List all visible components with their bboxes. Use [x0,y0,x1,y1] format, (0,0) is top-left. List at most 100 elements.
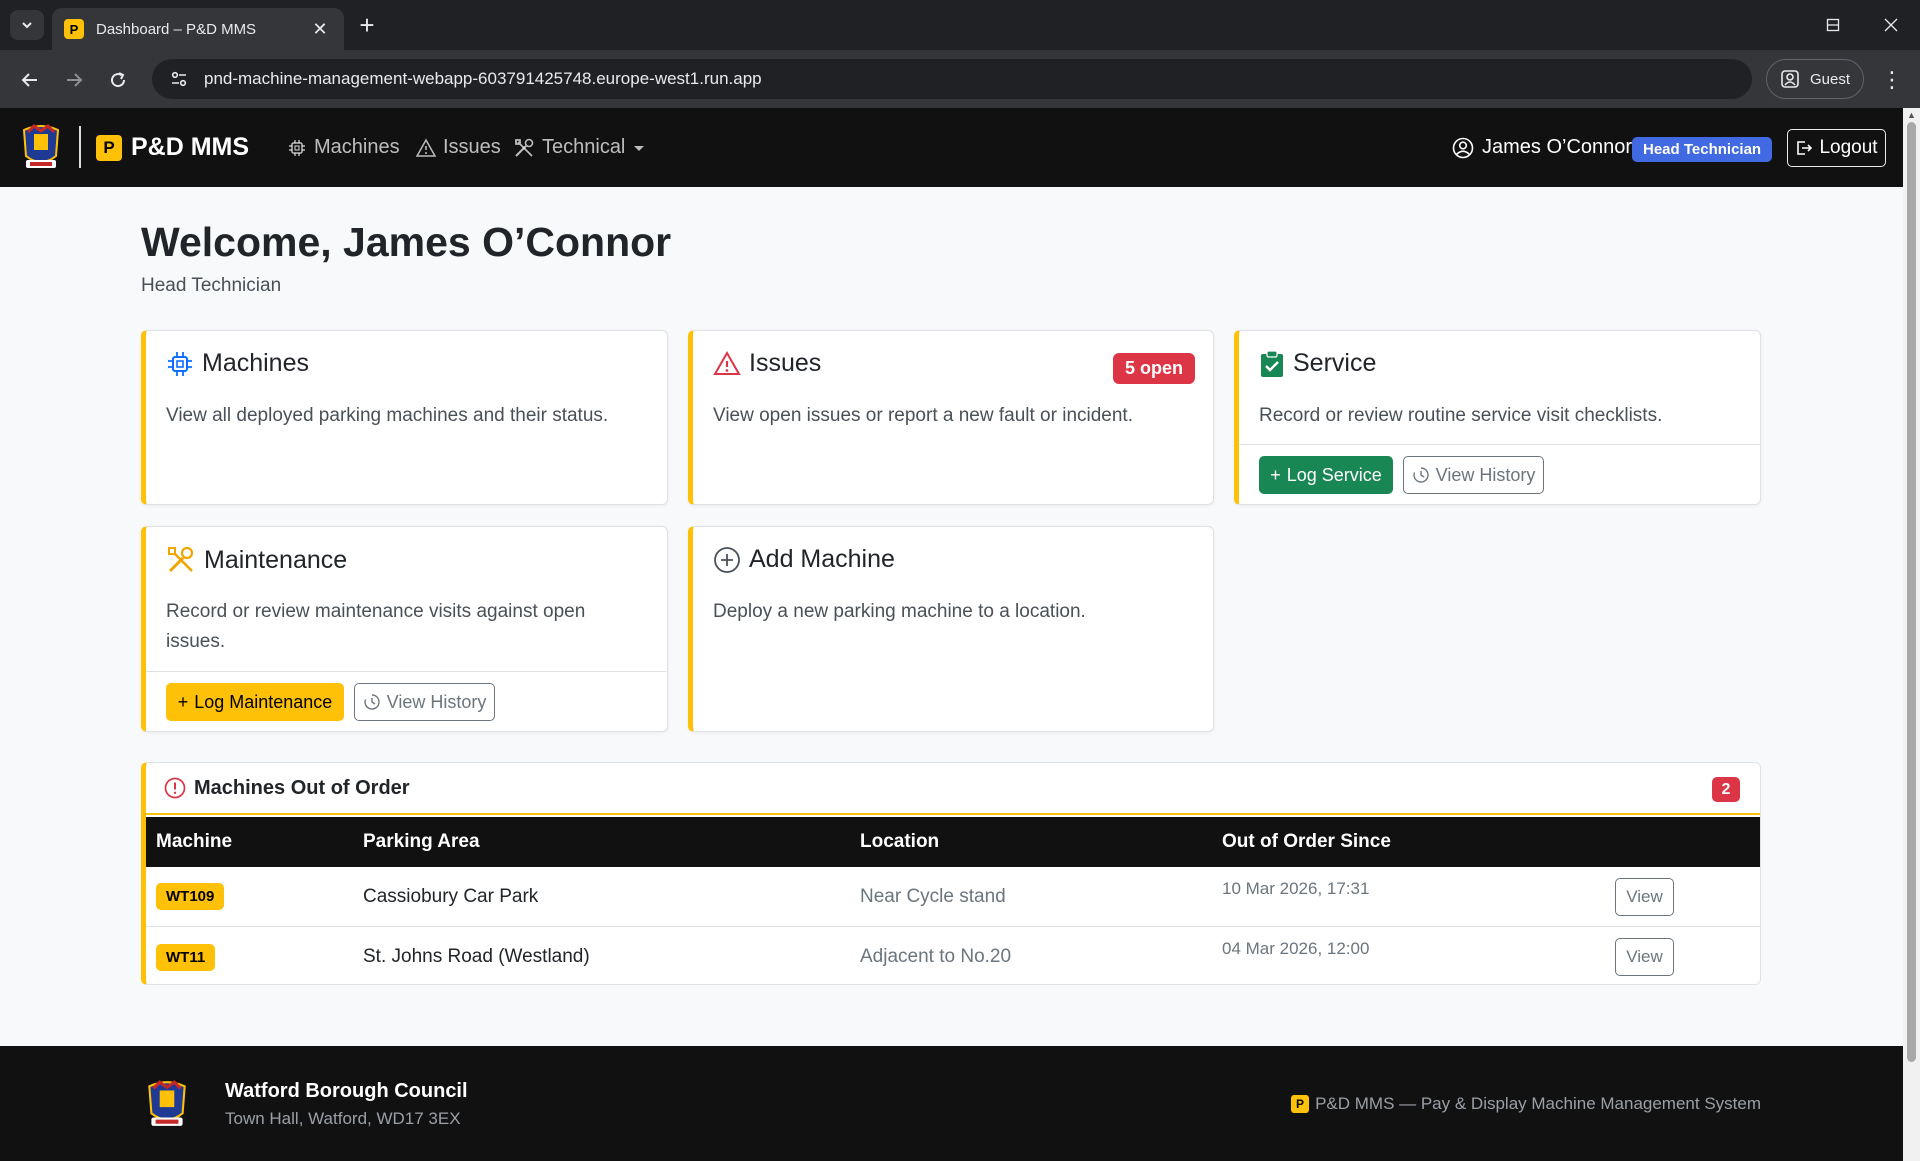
clock-history-icon [1412,467,1429,483]
add-machine-card-title-row: Add Machine [713,545,895,574]
profile-label: Guest [1809,70,1851,88]
machine-id-badge: WT109 [156,883,225,910]
since-cell: 04 Mar 2026, 12:00 [1222,939,1370,958]
footer-brand-badge: P [1291,1095,1310,1113]
log-service-button[interactable]: + Log Service [1259,456,1393,494]
page-title: Welcome, James O’Connor [141,219,672,265]
warning-icon [713,350,741,375]
machines-card-title-row: Machines [166,349,309,378]
since-cell: 10 Mar 2026, 17:31 [1222,878,1370,898]
issues-card-title: Issues [749,349,822,377]
logout-icon [1797,141,1813,155]
maintenance-card-title: Maintenance [204,545,348,574]
machine-id-cell: WT11 [156,927,216,984]
logout-label: Logout [1819,137,1878,158]
location-cell: Adjacent to No.20 [860,946,1012,967]
nav-technical-label: Technical [542,136,626,158]
out-of-order-card: Machines Out of Order 2 Machine Parking … [141,762,1761,985]
view-machine-button[interactable]: View [1615,938,1674,976]
exclamation-circle-icon [164,777,186,799]
view-machine-button[interactable]: View [1615,878,1674,916]
maintenance-card-footer: + Log Maintenance View History [146,671,667,731]
tab-favicon: P [64,19,84,39]
service-card-text: Record or review routine service visit c… [1259,405,1663,426]
plus-icon[interactable]: + [352,10,382,40]
add-machine-card-text: Deploy a new parking machine to a locati… [713,601,1086,622]
browser-tabstrip: P Dashboard – P&D MMS ✕ + [0,0,1920,50]
brand-link[interactable]: P P&D MMS [96,108,249,187]
footer-address: Town Hall, Watford, WD17 3EX [225,1109,461,1128]
address-bar[interactable]: pnd-machine-management-webapp-6037914257… [152,59,1752,99]
page-footer: Watford Borough Council Town Hall, Watfo… [0,1046,1903,1161]
brand-name: P&D MMS [131,133,250,161]
log-maintenance-label: Log Maintenance [194,691,333,712]
plus-circle-icon [714,546,740,573]
machines-card-title: Machines [202,349,309,377]
page-scrollbar[interactable]: ▲ [1903,108,1920,1161]
browser-tab-dashboard[interactable]: P Dashboard – P&D MMS ✕ [52,8,344,50]
issues-card-text: View open issues or report a new fault o… [713,405,1133,426]
profile-button[interactable]: Guest [1766,59,1864,99]
out-of-order-header: Machines Out of Order [146,763,1760,815]
caret-down-icon [634,145,645,151]
plus-icon: + [1270,464,1281,485]
back-icon[interactable] [14,64,46,96]
service-card: Service Record or review routine service… [1234,330,1761,505]
user-name: James O’Connor [1482,136,1633,158]
open-issues-badge: 5 open [1112,353,1195,384]
close-icon[interactable]: ✕ [308,19,332,40]
tools-icon [168,546,194,573]
service-view-history-button[interactable]: View History [1403,456,1544,494]
more-icon[interactable]: ⋮ [1876,64,1908,96]
nav-machines[interactable]: Machines [287,108,400,187]
parking-area-cell: Cassiobury Car Park [363,885,539,907]
maintenance-view-history-label: View History [386,691,487,712]
footer-system-text: P&D MMS — Pay & Display Machine Manageme… [1315,1094,1761,1113]
maintenance-card: Maintenance Record or review maintenance… [141,526,668,732]
log-maintenance-button[interactable]: + Log Maintenance [166,683,344,721]
tab-title: Dashboard – P&D MMS [96,20,257,38]
issues-card-title-row: Issues [713,349,821,378]
site-info-icon[interactable] [168,68,190,90]
nav-technical-dropdown[interactable]: Technical [513,108,646,187]
chip-icon [289,139,305,156]
table-row: WT11 St. Johns Road (Westland) Adjacent … [146,927,1760,984]
navbar-divider [79,126,81,168]
warning-icon [416,137,436,157]
scroll-up-icon[interactable]: ▲ [1907,111,1916,120]
council-crest-logo [148,1080,186,1126]
profile-icon [1781,70,1799,88]
forward-icon[interactable] [58,64,90,96]
issues-card[interactable]: Issues 5 open View open issues or report… [688,330,1214,505]
parking-area-cell: St. Johns Road (Westland) [363,946,590,967]
machine-id-cell: WT109 [156,867,225,926]
nav-issues[interactable]: Issues [416,108,501,187]
role-badge: Head Technician [1632,137,1773,162]
machine-id-badge: WT11 [156,943,216,971]
service-card-footer: + Log Service View History [1239,444,1760,504]
tab-search-button[interactable] [10,10,44,40]
app-navbar: P P&D MMS Machines Issues Technical Jame… [0,108,1903,187]
out-of-order-count-badge: 2 [1712,777,1740,802]
maintenance-view-history-button[interactable]: View History [354,683,495,721]
footer-org-name: Watford Borough Council [225,1080,468,1102]
log-service-label: Log Service [1286,464,1382,485]
maintenance-card-text: Record or review maintenance visits agai… [166,601,586,652]
column-header-machine: Machine [156,831,233,852]
column-header-parking-area: Parking Area [363,831,480,852]
council-crest-logo[interactable] [20,122,62,172]
service-view-history-label: View History [1435,464,1536,485]
out-of-order-title: Machines Out of Order [194,776,410,799]
machines-card-text: View all deployed parking machines and t… [166,405,609,426]
maximize-icon[interactable] [1804,0,1862,50]
scroll-thumb[interactable] [1907,122,1916,1062]
maintenance-card-title-row: Maintenance [166,545,347,575]
machines-card[interactable]: Machines View all deployed parking machi… [141,330,668,505]
add-machine-card[interactable]: Add Machine Deploy a new parking machine… [688,526,1214,732]
location-cell: Near Cycle stand [860,885,1006,907]
nav-issues-label: Issues [443,136,501,158]
window-close-icon[interactable] [1862,0,1920,50]
user-circle-icon [1452,137,1474,158]
logout-button[interactable]: Logout [1787,129,1886,167]
reload-icon[interactable] [102,64,134,96]
